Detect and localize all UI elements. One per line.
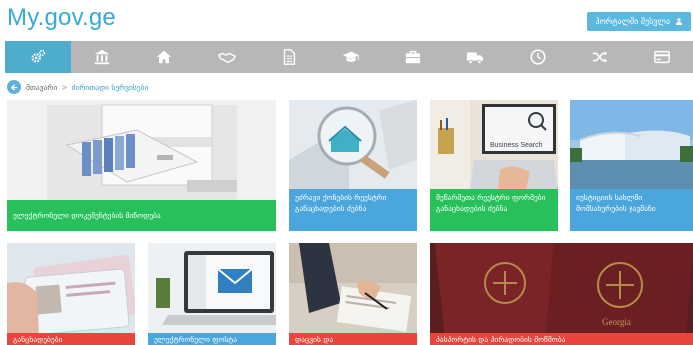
card-title: პასპორტის და პირადობის მოწმობა xyxy=(430,333,693,345)
card-image-laptop-email xyxy=(148,243,276,335)
graduation-cap-icon xyxy=(342,51,360,62)
site-logo[interactable]: My.gov.ge xyxy=(7,4,116,32)
business-search-screen-text: Business Search xyxy=(490,142,543,149)
shuffle-icon xyxy=(592,51,607,63)
briefcase-icon xyxy=(405,50,421,64)
cogs-icon xyxy=(31,49,46,63)
truck-icon xyxy=(467,52,484,64)
card-title: მეწარმეთა რეესტრი ფორმები განაცხადების ძ… xyxy=(430,189,558,231)
card-image-file-cabinet xyxy=(7,100,276,200)
nav-item-property[interactable] xyxy=(133,41,195,73)
breadcrumb-current: ძირითადი სერვისები xyxy=(71,82,149,92)
back-button[interactable] xyxy=(7,80,21,94)
service-card[interactable]: ელექტრონული ფოსტა xyxy=(148,243,276,345)
portal-button-label: პორტალში შესვლა xyxy=(595,17,670,26)
bank-icon xyxy=(94,49,110,65)
card-image-public-service-hall xyxy=(570,100,693,189)
breadcrumb-home[interactable]: მთავარი xyxy=(26,83,57,92)
card-image-georgian-passports: Georgia xyxy=(430,243,693,335)
nav-item-government[interactable] xyxy=(71,41,133,73)
card-image-signing-documents xyxy=(289,243,417,335)
service-card[interactable]: იუსტიციის სახლში მომსახურების ჯავშანი xyxy=(570,100,693,231)
card-image-id-cards xyxy=(7,243,135,335)
category-nav xyxy=(5,41,693,73)
handshake-icon xyxy=(217,52,236,64)
card-title: ელექტრონული დოკუმენტების მიწოდება xyxy=(7,200,276,231)
nav-item-other[interactable] xyxy=(569,41,631,73)
card-title: განცხადებები xyxy=(7,333,135,345)
user-icon xyxy=(676,18,683,25)
clock-icon xyxy=(529,49,546,65)
service-card[interactable]: Georgia პასპორტის და პირადობის მოწმობა xyxy=(430,243,693,345)
arrow-left-icon xyxy=(10,83,17,91)
nav-item-business[interactable] xyxy=(195,41,257,73)
card-title: უძრავი ქონების რეესტრი განაცხადების ძებნ… xyxy=(289,189,417,231)
document-icon xyxy=(283,49,295,65)
service-card[interactable]: ელექტრონული დოკუმენტების მიწოდება xyxy=(7,100,276,231)
service-card[interactable]: Business Search მეწარმეთა რეესტრი ფორმებ… xyxy=(430,100,558,231)
nav-item-employment[interactable] xyxy=(382,41,444,73)
portal-login-button[interactable]: პორტალში შესვლა xyxy=(587,12,691,31)
card-image-business-search: Business Search xyxy=(430,100,558,189)
credit-card-icon xyxy=(654,50,670,64)
card-image-house-magnifier xyxy=(289,100,417,189)
passport-cover-text: Georgia xyxy=(602,317,631,327)
nav-item-time[interactable] xyxy=(506,41,568,73)
service-card[interactable]: დაცვის და xyxy=(289,243,417,345)
nav-item-payments[interactable] xyxy=(631,41,693,73)
home-icon xyxy=(157,50,172,64)
card-title: ელექტრონული ფოსტა xyxy=(148,333,276,345)
breadcrumb-separator: > xyxy=(61,82,68,92)
card-title: იუსტიციის სახლში მომსახურების ჯავშანი xyxy=(570,189,693,231)
service-card[interactable]: განცხადებები xyxy=(7,243,135,345)
nav-item-documents[interactable] xyxy=(258,41,320,73)
card-title: დაცვის და xyxy=(289,333,417,345)
nav-item-services[interactable] xyxy=(5,41,71,73)
nav-item-education[interactable] xyxy=(320,41,382,73)
breadcrumb: მთავარი > ძირითადი სერვისები xyxy=(7,78,148,96)
nav-item-transport[interactable] xyxy=(444,41,506,73)
service-card[interactable]: უძრავი ქონების რეესტრი განაცხადების ძებნ… xyxy=(289,100,417,231)
